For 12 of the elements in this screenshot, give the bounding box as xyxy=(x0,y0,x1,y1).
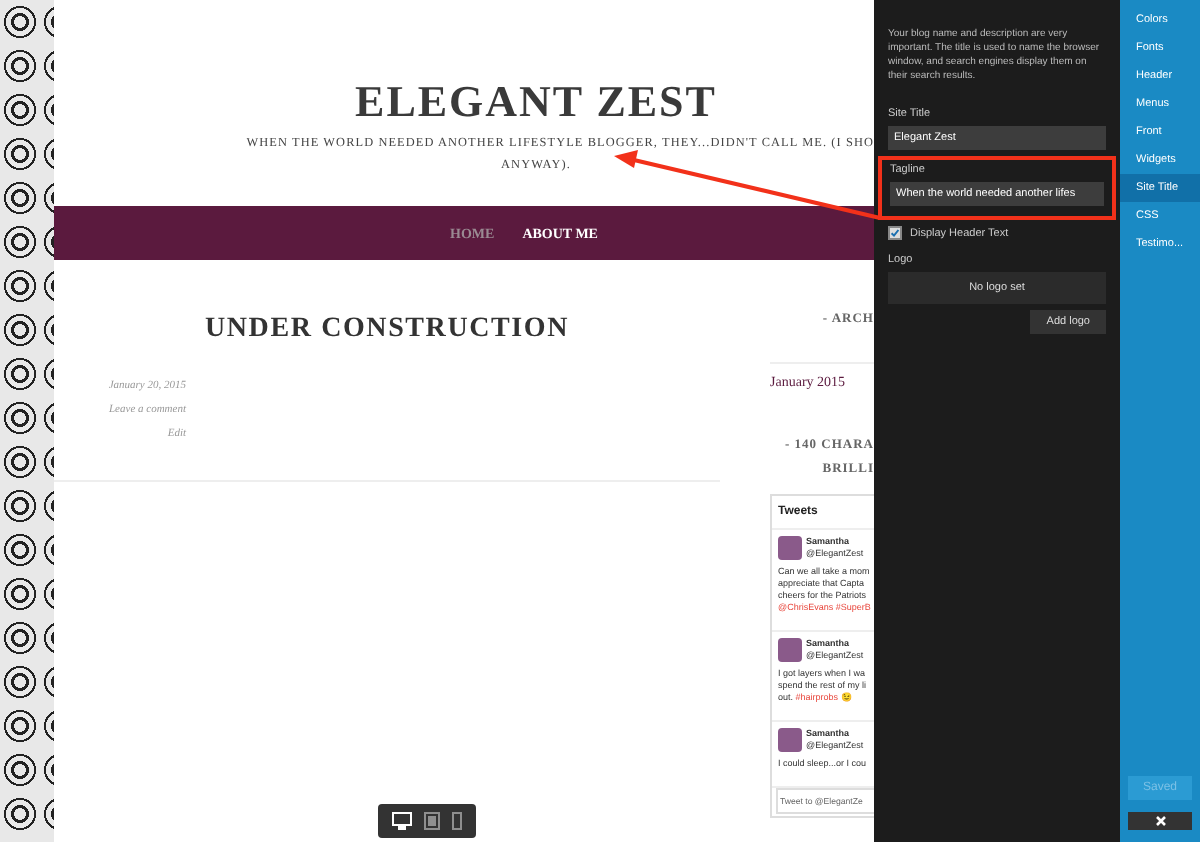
site-title: ELEGANT ZEST xyxy=(355,76,717,128)
phone-icon xyxy=(452,812,462,830)
device-button[interactable] xyxy=(392,812,412,830)
post-title: UNDER CONSTRUCTION xyxy=(202,314,572,346)
avatar xyxy=(778,728,802,752)
tablet-icon xyxy=(424,812,440,830)
close-button[interactable] xyxy=(1128,812,1192,830)
checkbox[interactable] xyxy=(888,226,902,240)
avatar xyxy=(778,536,802,560)
desktop-icon xyxy=(392,812,412,830)
avatar xyxy=(778,638,802,662)
close-icon xyxy=(1155,816,1165,826)
